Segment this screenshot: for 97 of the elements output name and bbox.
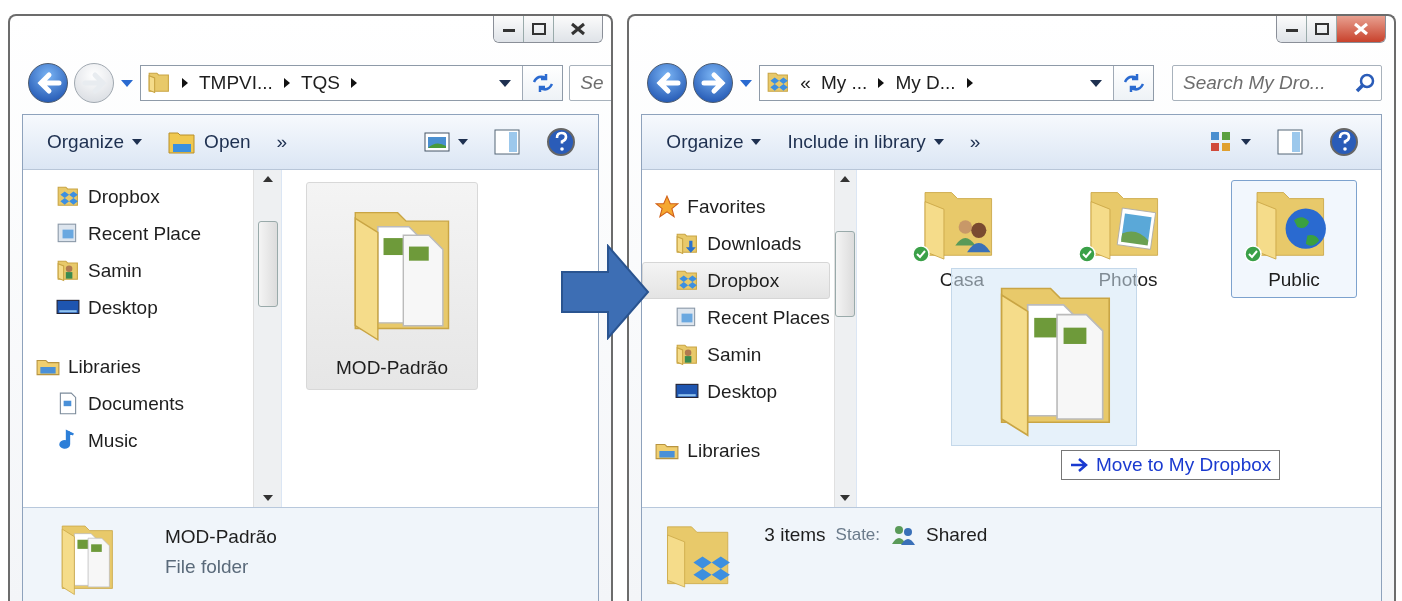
scrollbar[interactable] [833,170,856,507]
nav-item[interactable]: Documents [23,385,249,422]
maximize-button[interactable] [1307,16,1337,42]
tooltip-text: Move to My Dropbox [1096,454,1272,476]
more-button[interactable]: » [959,125,991,159]
caret-icon [751,139,762,145]
breadcrumb[interactable]: TQS [300,72,340,94]
folder-icon [168,130,197,154]
minimize-icon [1285,26,1298,32]
details-type: File folder [165,556,250,578]
chevron-icon [877,77,886,89]
user-folder-icon [56,258,80,283]
refresh-button[interactable] [1113,66,1153,100]
scroll-up-icon[interactable] [262,176,273,182]
search-field[interactable]: Search My Dro... [1172,65,1382,101]
folder-item[interactable]: Public [1231,180,1357,298]
search-field[interactable]: Se [569,65,612,101]
chevron-icon [349,77,358,89]
nav-item[interactable]: Desktop [642,373,830,410]
state-label: State: [835,525,881,545]
forward-button[interactable] [693,63,734,103]
nav-group[interactable]: Libraries [642,432,830,469]
chevron-icon [282,77,291,89]
more-button[interactable]: » [266,125,298,159]
maximize-icon [1314,23,1329,35]
scroll-up-icon[interactable] [840,176,851,182]
nav-item[interactable]: Dropbox [23,178,249,215]
nav-group[interactable]: Favorites [642,188,830,225]
folder-name: MOD-Padrão [336,357,448,379]
nav-item[interactable]: Dropbox [642,262,830,299]
nav-item[interactable]: Samin [642,336,830,373]
details-title: MOD-Padrão [165,526,277,548]
breadcrumb[interactable]: My D... [895,72,956,94]
nav-item[interactable]: Recent Places [642,299,830,336]
state-value: Shared [926,524,988,546]
back-button[interactable] [647,63,688,103]
folder-item[interactable]: MOD-Padrão [306,182,478,390]
caret-icon [933,139,944,145]
address-bar[interactable]: TMPVI... TQS [140,65,564,101]
menu-button[interactable]: Include in library [777,125,954,159]
close-icon [1353,22,1369,36]
nav-item[interactable]: Downloads [642,225,830,262]
picture-icon [424,132,451,152]
folder-icon [147,71,171,95]
nav-group[interactable]: Libraries [23,348,249,385]
people-icon [890,524,917,546]
scroll-down-icon[interactable] [840,495,851,501]
breadcrumb-overflow[interactable]: « [800,72,811,94]
pane-icon [1277,129,1303,155]
maximize-button[interactable] [524,16,555,42]
dropbox-folder-icon [56,184,80,209]
user-folder-icon [675,342,700,367]
nav-item[interactable]: Recent Place [23,215,249,252]
scrollbar[interactable] [253,170,281,507]
refresh-icon [1121,72,1146,94]
folder-name: Casa [939,269,985,291]
nav-item[interactable]: Music [23,422,249,459]
folder-name: Public [1268,269,1320,291]
grid-icon [1209,130,1233,154]
item-count: 3 items [764,524,826,546]
menu-button[interactable]: Organize [656,125,772,159]
downloads-folder-icon [675,231,700,256]
search-icon [1354,72,1376,94]
caret-icon [1241,139,1251,145]
dropdown-icon[interactable] [1089,78,1103,88]
caret-icon [132,139,143,145]
pane-icon [494,129,521,155]
arrow-icon [1070,457,1090,473]
minimize-icon [502,26,515,32]
nav-item[interactable]: Samin [23,252,249,289]
help-icon [1329,127,1359,157]
address-bar[interactable]: « My ... My D... [759,65,1154,101]
folder-name: Photos [1098,269,1158,291]
star-icon [655,194,680,219]
dropdown-icon[interactable] [498,78,513,88]
menu-button[interactable]: Organize [37,125,153,159]
nav-item[interactable]: Desktop [23,289,249,326]
refresh-button[interactable] [522,66,563,100]
close-icon [570,22,587,36]
chevron-icon [181,77,189,89]
scrollbar-thumb[interactable] [257,220,278,307]
dropbox-folder-icon [675,268,700,293]
minimize-button[interactable] [1277,16,1307,42]
refresh-icon [530,72,555,94]
chevron-icon [965,77,974,89]
help-icon [546,127,577,157]
caret-icon [458,139,469,145]
breadcrumb[interactable]: TMPVI... [199,72,273,94]
scroll-down-icon[interactable] [262,495,273,501]
scrollbar-thumb[interactable] [835,230,856,317]
open-button[interactable]: Open [158,124,261,160]
minimize-button[interactable] [494,16,525,42]
maximize-icon [531,23,546,35]
dropbox-folder-icon [766,71,791,95]
close-button[interactable] [554,16,603,42]
back-button[interactable] [28,63,68,103]
breadcrumb[interactable]: My ... [820,72,868,94]
